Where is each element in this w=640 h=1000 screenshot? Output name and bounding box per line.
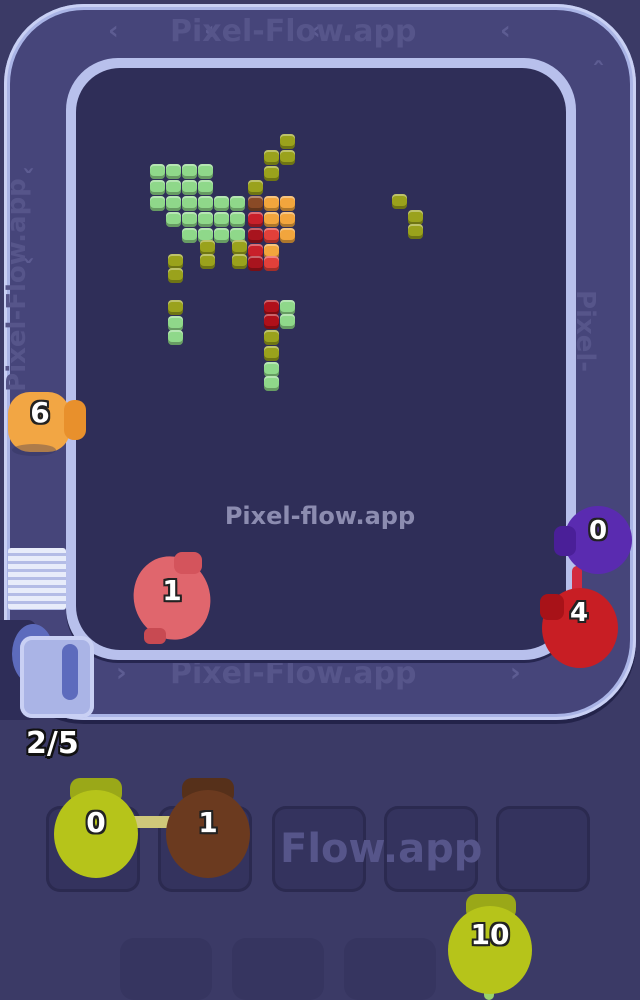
pig-stack-holder bbox=[8, 548, 66, 610]
pixel bbox=[198, 212, 213, 227]
watermark: Pixel-flow.app bbox=[224, 502, 416, 530]
pixel bbox=[166, 212, 181, 227]
pixel bbox=[182, 228, 197, 243]
queue-slot bbox=[232, 938, 324, 1000]
pixel bbox=[264, 346, 279, 361]
pixel bbox=[280, 300, 295, 315]
pixel bbox=[280, 212, 295, 227]
pixel bbox=[168, 330, 183, 345]
pixel bbox=[150, 180, 165, 195]
pixel bbox=[248, 212, 263, 227]
pig-yellow-slot[interactable]: 0 bbox=[50, 776, 142, 880]
pixel bbox=[280, 150, 295, 165]
slot-watermark: Flow.app bbox=[280, 826, 483, 872]
pixel bbox=[166, 164, 181, 179]
pixel bbox=[198, 196, 213, 211]
chevron-right-icon: › bbox=[116, 658, 127, 688]
launcher-gate[interactable] bbox=[20, 636, 94, 718]
pixel bbox=[214, 228, 229, 243]
pixel bbox=[182, 212, 197, 227]
pig-ammo-label: 1 bbox=[162, 574, 182, 607]
pixel bbox=[248, 180, 263, 195]
pixel bbox=[248, 256, 263, 271]
chevron-up-icon: ˆ bbox=[592, 58, 605, 88]
pixel bbox=[200, 254, 215, 269]
pixel bbox=[408, 224, 423, 239]
launcher-slot bbox=[62, 644, 78, 700]
pixel bbox=[182, 164, 197, 179]
slot-5[interactable] bbox=[496, 806, 590, 892]
queue-slot bbox=[120, 938, 212, 1000]
pixel bbox=[150, 196, 165, 211]
pixel bbox=[198, 180, 213, 195]
pixel bbox=[264, 166, 279, 181]
pig-brown-slot[interactable]: 1 bbox=[162, 776, 254, 880]
pixel bbox=[150, 164, 165, 179]
pixel bbox=[264, 228, 279, 243]
pixel bbox=[182, 180, 197, 195]
pixel bbox=[280, 228, 295, 243]
pig-capacity-counter: 2/5 bbox=[26, 726, 79, 761]
pixel bbox=[264, 256, 279, 271]
pixel bbox=[264, 330, 279, 345]
track-watermark-left: Pixel-Flow.app bbox=[1, 178, 32, 392]
pixel bbox=[264, 376, 279, 391]
pixel bbox=[264, 150, 279, 165]
pig-ammo-label: 0 bbox=[588, 516, 608, 546]
pixel bbox=[248, 228, 263, 243]
queue-slot bbox=[344, 938, 436, 1000]
pixel bbox=[214, 212, 229, 227]
pig-red[interactable]: 4 bbox=[536, 580, 622, 672]
pixel bbox=[264, 300, 279, 315]
track-watermark-bottom: Pixel-Flow.app bbox=[170, 656, 417, 691]
pixel bbox=[230, 212, 245, 227]
pixel bbox=[248, 196, 263, 211]
pixel bbox=[280, 196, 295, 211]
pig-orange[interactable]: 6 bbox=[4, 386, 90, 458]
chevron-right-icon: › bbox=[510, 658, 521, 688]
pixel bbox=[168, 316, 183, 331]
pixel bbox=[166, 180, 181, 195]
pixel bbox=[264, 314, 279, 329]
pixel bbox=[264, 196, 279, 211]
pig-ammo-label: 6 bbox=[30, 396, 50, 429]
pig-ammo-label: 0 bbox=[86, 806, 106, 839]
pixel bbox=[232, 240, 247, 255]
pixel bbox=[198, 164, 213, 179]
pixel bbox=[168, 300, 183, 315]
pixel bbox=[264, 362, 279, 377]
pixel bbox=[166, 196, 181, 211]
pig-yellow-queue[interactable]: 10 bbox=[444, 892, 536, 996]
pig-ammo-label: 4 bbox=[569, 598, 589, 628]
pixel bbox=[182, 196, 197, 211]
chevron-left-icon: ‹ bbox=[108, 16, 119, 46]
pixel bbox=[264, 212, 279, 227]
pixel bbox=[168, 268, 183, 283]
pixel bbox=[280, 314, 295, 329]
pixel bbox=[232, 254, 247, 269]
pig-ammo-label: 10 bbox=[470, 918, 510, 951]
pixel bbox=[230, 196, 245, 211]
chevron-left-icon: ‹ bbox=[500, 16, 511, 46]
pig-ammo-label: 1 bbox=[198, 806, 218, 839]
pixel bbox=[392, 194, 407, 209]
pig-purple[interactable]: 0 bbox=[552, 500, 636, 580]
pixel bbox=[168, 254, 183, 269]
pig-pink[interactable]: 1 bbox=[130, 548, 214, 648]
pixel bbox=[200, 240, 215, 255]
pixel bbox=[280, 134, 295, 149]
track-watermark-top: Pixel-Flow.app bbox=[170, 14, 417, 49]
pixel bbox=[408, 210, 423, 225]
pixel bbox=[214, 196, 229, 211]
